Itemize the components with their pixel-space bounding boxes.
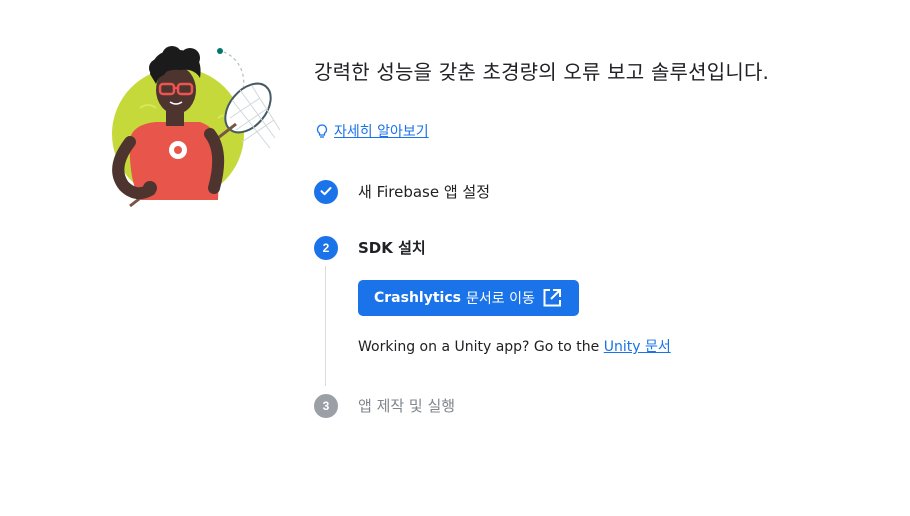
learn-more-link[interactable]: 자세히 알아보기 [316, 121, 429, 141]
step-3-label: 앱 제작 및 실행 [358, 397, 456, 415]
step-1-label: 새 Firebase 앱 설정 [358, 183, 491, 201]
lightbulb-icon [316, 124, 328, 138]
learn-more-label: 자세히 알아보기 [334, 124, 429, 140]
unity-docs-link[interactable]: Unity 문서 [604, 339, 671, 355]
step-2-number: 2 [314, 236, 338, 260]
check-icon [319, 184, 333, 201]
docs-button-label: 문서로 이동 [465, 291, 535, 307]
docs-button-product-label: Crashlytics [374, 290, 461, 306]
unity-note-text: Working on a Unity app? Go to the [358, 339, 604, 355]
crashlytics-docs-button[interactable]: Crashlytics 문서로 이동 [358, 280, 579, 316]
crashlytics-onboarding-page: 강력한 성능을 갖춘 초경량의 오류 보고 솔루션입니다. 자세히 알아보기 새… [0, 0, 910, 516]
step-2-label: SDK 설치 [358, 239, 426, 257]
unity-note: Working on a Unity app? Go to the Unity … [358, 337, 671, 357]
developer-with-net-illustration [100, 38, 300, 214]
step-1-completed-indicator [314, 180, 338, 204]
step-connector-line [325, 266, 326, 386]
open-in-new-icon [541, 287, 563, 313]
intro-headline: 강력한 성능을 갖춘 초경량의 오류 보고 솔루션입니다. [314, 60, 770, 84]
step-3-number: 3 [314, 394, 338, 418]
